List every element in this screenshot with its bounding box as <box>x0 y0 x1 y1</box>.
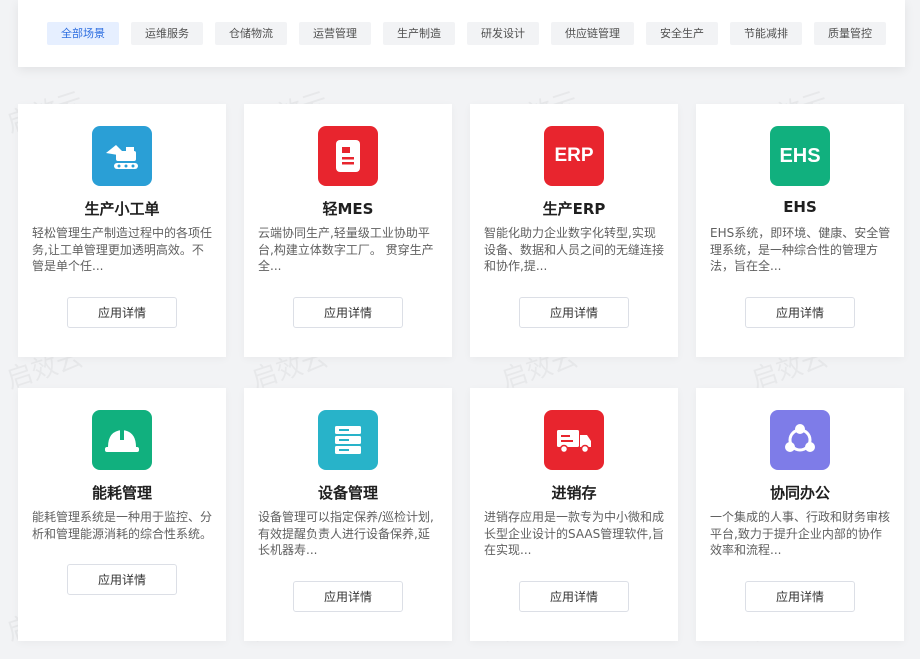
app-description: 进销存应用是一款专为中小微和成长型企业设计的SAAS管理软件,旨在实现... <box>484 510 665 557</box>
share-icon <box>770 410 830 470</box>
app-title: 进销存 <box>551 484 597 502</box>
erp-icon-text: ERP <box>554 145 594 166</box>
filter-tab-all[interactable]: 全部场景 <box>47 22 119 45</box>
app-title: 协同办公 <box>769 484 830 502</box>
app-card-light-mes[interactable]: 轻MES 云端协同生产,轻量级工业协助平台,构建立体数字工厂。 贯穿生产全...… <box>244 104 452 357</box>
filter-tabs: 全部场景 运维服务 仓储物流 运营管理 生产制造 研发设计 供应链管理 安全生产… <box>47 22 886 45</box>
app-details-button[interactable]: 应用详情 <box>293 581 403 612</box>
app-title: 设备管理 <box>317 484 378 502</box>
ehs-icon-text: EHS <box>779 144 821 167</box>
app-card-collaboration[interactable]: 协同办公 一个集成的人事、行政和财务审核平台,致力于提升企业内部的协作效率和流程… <box>696 388 904 641</box>
filter-tab-safety[interactable]: 安全生产 <box>646 22 718 45</box>
app-details-button[interactable]: 应用详情 <box>519 297 629 328</box>
app-title: EHS <box>783 198 817 216</box>
app-grid: 生产小工单 轻松管理生产制造过程中的各项任务,让工单管理更加透明高效。不管是单个… <box>18 104 905 641</box>
app-description: 一个集成的人事、行政和财务审核平台,致力于提升企业内部的协作效率和流程... <box>710 510 891 557</box>
app-title: 生产ERP <box>542 200 606 218</box>
filter-tab-energy[interactable]: 节能减排 <box>730 22 802 45</box>
app-card-ehs[interactable]: EHS EHS EHS系统，即环境、健康、安全管理系统，是一种综合性的管理方法，… <box>696 104 904 357</box>
filter-tab-quality[interactable]: 质量管控 <box>814 22 886 45</box>
filter-tab-operations[interactable]: 运营管理 <box>299 22 371 45</box>
excavator-icon <box>92 126 152 186</box>
app-description: EHS系统，即环境、健康、安全管理系统，是一种综合性的管理方法，旨在全... <box>710 226 891 273</box>
app-card-work-order[interactable]: 生产小工单 轻松管理生产制造过程中的各项任务,让工单管理更加透明高效。不管是单个… <box>18 104 226 357</box>
erp-icon: ERP <box>544 126 604 186</box>
app-card-production-erp[interactable]: ERP 生产ERP 智能化助力企业数字化转型,实现设备、数据和人员之间的无缝连接… <box>470 104 678 357</box>
app-description: 云端协同生产,轻量级工业协助平台,构建立体数字工厂。 贯穿生产全... <box>258 226 434 273</box>
app-details-button[interactable]: 应用详情 <box>293 297 403 328</box>
app-description: 轻松管理生产制造过程中的各项任务,让工单管理更加透明高效。不管是单个任... <box>32 226 213 273</box>
filter-tab-warehouse[interactable]: 仓储物流 <box>215 22 287 45</box>
server-icon <box>318 410 378 470</box>
document-icon <box>318 126 378 186</box>
truck-icon <box>544 410 604 470</box>
app-details-button[interactable]: 应用详情 <box>67 564 177 595</box>
filter-tab-manufacturing[interactable]: 生产制造 <box>383 22 455 45</box>
scene-filter-bar: 全部场景 运维服务 仓储物流 运营管理 生产制造 研发设计 供应链管理 安全生产… <box>18 0 905 67</box>
filter-tab-ops[interactable]: 运维服务 <box>131 22 203 45</box>
app-details-button[interactable]: 应用详情 <box>519 581 629 612</box>
app-description: 设备管理可以指定保养/巡检计划,有效提醒负责人进行设备保养,延长机器寿... <box>258 510 434 557</box>
ehs-icon: EHS <box>770 126 830 186</box>
app-details-button[interactable]: 应用详情 <box>67 297 177 328</box>
app-details-button[interactable]: 应用详情 <box>745 581 855 612</box>
app-title: 轻MES <box>322 200 374 218</box>
filter-tab-supply-chain[interactable]: 供应链管理 <box>551 22 634 45</box>
app-title: 能耗管理 <box>91 484 152 502</box>
app-card-equipment[interactable]: 设备管理 设备管理可以指定保养/巡检计划,有效提醒负责人进行设备保养,延长机器寿… <box>244 388 452 641</box>
hardhat-icon <box>92 410 152 470</box>
app-card-inventory[interactable]: 进销存 进销存应用是一款专为中小微和成长型企业设计的SAAS管理软件,旨在实现.… <box>470 388 678 641</box>
app-description: 能耗管理系统是一种用于监控、分析和管理能源消耗的综合性系统。 <box>32 510 213 541</box>
app-description: 智能化助力企业数字化转型,实现设备、数据和人员之间的无缝连接和协作,提... <box>484 226 665 273</box>
app-card-energy[interactable]: 能耗管理 能耗管理系统是一种用于监控、分析和管理能源消耗的综合性系统。 应用详情 <box>18 388 226 641</box>
app-details-button[interactable]: 应用详情 <box>745 297 855 328</box>
app-title: 生产小工单 <box>84 200 160 218</box>
filter-tab-rnd[interactable]: 研发设计 <box>467 22 539 45</box>
